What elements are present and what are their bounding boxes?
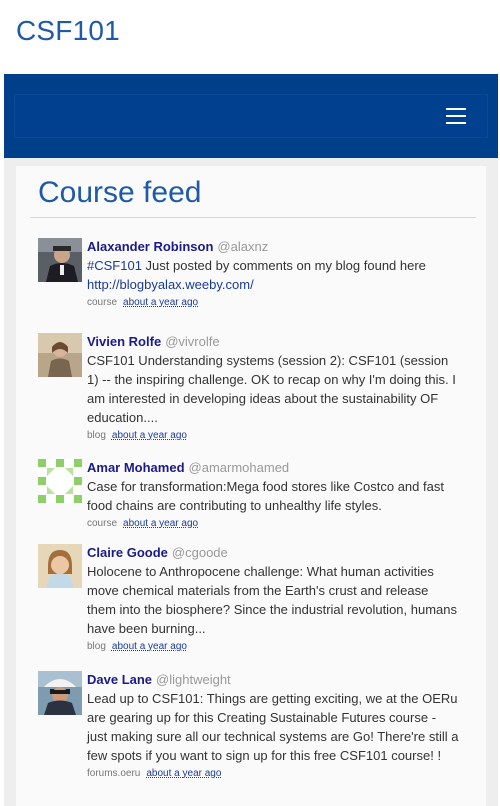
post-time-link[interactable]: about a year ago (112, 430, 187, 441)
post-source: course (87, 297, 118, 308)
avatar[interactable] (38, 238, 82, 282)
post-text-body: Just posted by comments on my blog found… (141, 258, 426, 273)
post-url-link[interactable]: http://blogbyalax.weeby.com/ (87, 277, 254, 292)
user-name[interactable]: Dave Lane (87, 672, 152, 687)
user-handle: @lightweight (156, 672, 231, 687)
post-time-link[interactable]: about a year ago (123, 518, 198, 529)
avatar[interactable] (38, 333, 82, 377)
divider (30, 217, 476, 218)
user-name[interactable]: Claire Goode (87, 545, 168, 560)
post-text: CSF101 Understanding systems (session 2)… (87, 353, 456, 425)
post-text: Case for transformation:Mega food stores… (87, 479, 444, 513)
post-time-link[interactable]: about a year ago (112, 641, 187, 652)
post-source: course (87, 518, 118, 529)
post-source: blog (87, 430, 106, 441)
avatar[interactable] (38, 671, 82, 715)
avatar[interactable] (38, 459, 82, 503)
user-handle: @amarmohamed (188, 460, 290, 475)
hashtag-link[interactable]: #CSF101 (87, 258, 142, 273)
site-title[interactable]: CSF101 (16, 15, 120, 47)
post-text: #CSF101 Just posted by comments on my bl… (87, 256, 459, 294)
user-name[interactable]: Vivien Rolfe (87, 334, 161, 349)
hamburger-menu-icon[interactable] (446, 108, 466, 124)
navbar-inner (14, 94, 488, 138)
user-handle: @vivrolfe (165, 334, 220, 349)
post-source: forums.oeru (87, 768, 141, 779)
post-text: Lead up to CSF101: Things are getting ex… (87, 691, 459, 763)
avatar[interactable] (38, 544, 82, 588)
post-time-link[interactable]: about a year ago (146, 768, 221, 779)
feed-heading: Course feed (38, 176, 202, 209)
site-header: CSF101 (0, 0, 500, 72)
post-text: Holocene to Anthropocene challenge: What… (87, 564, 457, 636)
user-handle: @cgoode (171, 545, 228, 560)
user-name[interactable]: Alaxander Robinson (87, 239, 213, 254)
post-time-link[interactable]: about a year ago (123, 297, 198, 308)
user-name[interactable]: Amar Mohamed (87, 460, 185, 475)
post-source: blog (87, 641, 106, 652)
user-handle: @alaxnz (217, 239, 269, 254)
